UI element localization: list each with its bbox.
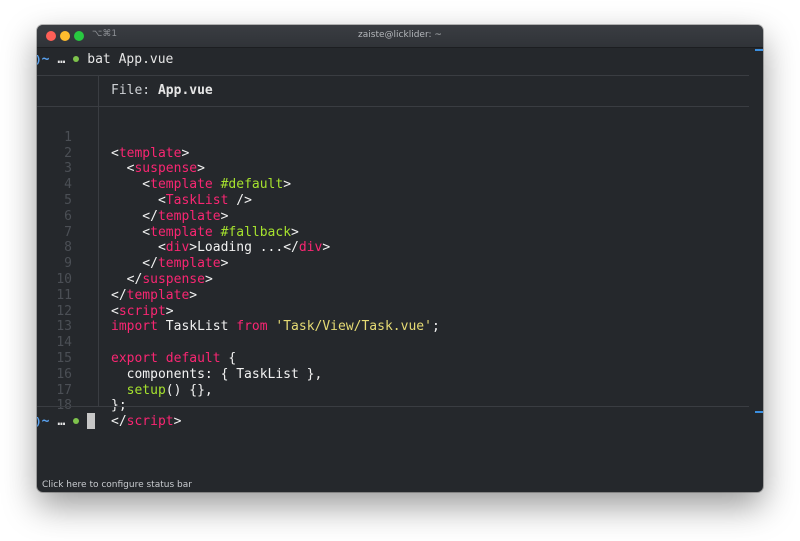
code-line: 7 <div>Loading ...</div> (37, 209, 763, 256)
code-line: 10 </template> (37, 256, 763, 303)
code-line: 9 </suspense> (37, 240, 763, 287)
frame-gutter-divider-top (98, 75, 99, 107)
code-line: 18 </script> (37, 383, 763, 429)
file-name: App.vue (157, 83, 213, 98)
prompt-ellipsis: … (57, 51, 66, 67)
prompt-status-dot-icon (73, 418, 80, 424)
prompt-directory: ~ (41, 413, 50, 429)
code-line: 15 components: { TaskList }, (37, 335, 763, 382)
code-line: 13 (37, 304, 763, 334)
text-cursor (87, 413, 96, 429)
file-label: File: (111, 83, 151, 98)
code-line: 2 <suspense> (37, 130, 763, 177)
code-line: 8 </template> (37, 225, 763, 271)
code-view: 1 <template> 2 <suspense> 3 <template #d… (37, 114, 763, 429)
code-line: 17 }; (37, 367, 763, 414)
code-line: 4 <TaskList /> (37, 161, 763, 208)
code-line: 1 <template> (37, 114, 763, 161)
frame-header-divider (37, 106, 749, 107)
code-line: 11 <script> (37, 272, 763, 319)
file-header: File: App.vue (111, 83, 213, 98)
pane-accent-bar-lower (755, 411, 763, 413)
window-title: zaiste@licklider: ~ (358, 30, 442, 40)
title-bar: ⌥⌘1 zaiste@licklider: ~ (37, 25, 763, 48)
code-line: 5 </template> (37, 177, 763, 224)
prompt-status-dot-icon (73, 56, 80, 62)
code-line: 6 <template #fallback> (37, 193, 763, 240)
prompt-ellipsis: … (57, 413, 66, 429)
status-bar-hint[interactable]: Click here to configure status bar (42, 480, 192, 490)
frame-bottom-divider (37, 406, 749, 407)
prompt-line: ) ~ … bat App.vue (37, 49, 173, 69)
frame-top-divider (37, 75, 749, 76)
prompt-directory: ~ (41, 51, 50, 67)
prompt-line-active[interactable]: ) ~ … (37, 411, 96, 431)
code-line: 16 setup() {}, (37, 351, 763, 398)
pane-accent-bar (755, 49, 763, 51)
code-line: 3 <template #default> (37, 146, 763, 192)
code-line: 14 export default { (37, 319, 763, 366)
terminal-window: ⌥⌘1 zaiste@licklider: ~ ) ~ … bat App.vu… (37, 25, 763, 492)
prompt-command: bat App.vue (87, 51, 174, 67)
code-line: 12 import TaskList from 'Task/View/Task.… (37, 288, 763, 335)
